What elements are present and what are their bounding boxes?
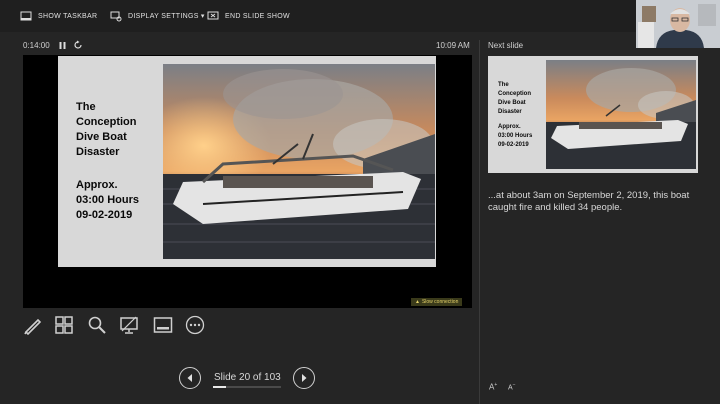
- slow-connection-label: Slow connection: [421, 299, 459, 305]
- chevron-left-icon: [187, 374, 192, 382]
- speaker-notes: ...at about 3am on September 2, 2019, th…: [488, 190, 690, 213]
- end-slide-show-button[interactable]: END SLIDE SHOW: [207, 8, 290, 24]
- end-show-icon: [207, 11, 219, 20]
- previous-slide-button[interactable]: [179, 367, 201, 389]
- next-title-line: Disaster: [498, 109, 522, 115]
- burning-boat-photo: [163, 64, 435, 259]
- black-screen-button[interactable]: [119, 315, 139, 335]
- display-settings-icon: [110, 11, 122, 22]
- slide-title-line: Dive Boat: [76, 131, 127, 143]
- show-taskbar-button[interactable]: SHOW TASKBAR: [20, 8, 97, 24]
- next-burning-boat-photo: [546, 60, 696, 169]
- webcam-video: [636, 0, 720, 48]
- see-all-slides-button[interactable]: [54, 315, 74, 335]
- more-options-icon: [185, 315, 205, 335]
- display-settings-label: DISPLAY SETTINGS ▾: [128, 13, 205, 20]
- next-time-line: 03:00 Hours: [498, 133, 533, 139]
- slide-progress-bar: [213, 386, 281, 388]
- next-slide-preview[interactable]: The Conception Dive Boat Disaster Approx…: [488, 56, 698, 173]
- show-taskbar-label: SHOW TASKBAR: [38, 12, 98, 20]
- zoom-icon: [88, 316, 106, 334]
- slide-time-line: 09-02-2019: [76, 209, 133, 221]
- slide-time-line: Approx.: [76, 179, 118, 191]
- presenter-video-icon: [636, 0, 720, 48]
- pane-divider[interactable]: [479, 40, 480, 404]
- current-slide[interactable]: The Conception Dive Boat Disaster Approx…: [58, 56, 436, 267]
- elapsed-timer: 0:14:00: [23, 41, 50, 50]
- slide-title-line: Conception: [76, 116, 137, 128]
- next-slide-title: The Conception Dive Boat Disaster: [498, 81, 548, 117]
- slide-title-line: The: [76, 101, 96, 113]
- slide-title-line: Disaster: [76, 146, 120, 158]
- pen-tool-button[interactable]: [23, 315, 43, 336]
- next-title-line: Conception: [498, 91, 531, 97]
- zoom-button[interactable]: [87, 315, 107, 335]
- next-slide-time-info: Approx. 03:00 Hours 09-02-2019: [498, 123, 548, 150]
- slide-time-info: Approx. 03:00 Hours 09-02-2019: [76, 178, 156, 223]
- chevron-right-icon: [302, 374, 307, 382]
- next-title-line: The: [498, 82, 509, 88]
- pause-timer-icon[interactable]: [58, 41, 67, 50]
- warning-icon: ▲: [415, 299, 420, 305]
- current-time: 10:09 AM: [436, 41, 470, 50]
- next-title-line: Dive Boat: [498, 100, 526, 106]
- slow-connection-badge: ▲ Slow connection: [411, 298, 463, 306]
- next-slide-button[interactable]: [293, 367, 315, 389]
- display-settings-button[interactable]: DISPLAY SETTINGS ▾: [110, 8, 205, 24]
- restart-timer-icon[interactable]: [73, 40, 83, 50]
- black-screen-icon: [120, 316, 138, 334]
- slide-title: The Conception Dive Boat Disaster: [76, 100, 156, 160]
- taskbar-icon: [20, 11, 32, 21]
- end-slide-show-label: END SLIDE SHOW: [225, 12, 290, 20]
- increase-font-button[interactable]: A+: [489, 382, 497, 392]
- presenter-toolbar: SHOW TASKBAR DISPLAY SETTINGS ▾ END SLID…: [0, 0, 720, 32]
- slide-counter[interactable]: Slide 20 of 103: [214, 372, 281, 383]
- next-slide-label: Next slide: [488, 41, 524, 50]
- pen-tool-icon: [24, 318, 42, 336]
- next-time-line: Approx.: [498, 124, 521, 130]
- slide-progress-fill: [213, 386, 226, 388]
- decrease-font-button[interactable]: A−: [508, 382, 516, 392]
- subtitles-button[interactable]: [153, 315, 173, 335]
- slide-time-line: 03:00 Hours: [76, 194, 139, 206]
- more-options-button[interactable]: [185, 315, 205, 335]
- see-all-slides-icon: [55, 316, 73, 334]
- next-time-line: 09-02-2019: [498, 142, 529, 148]
- subtitles-icon: [153, 317, 173, 333]
